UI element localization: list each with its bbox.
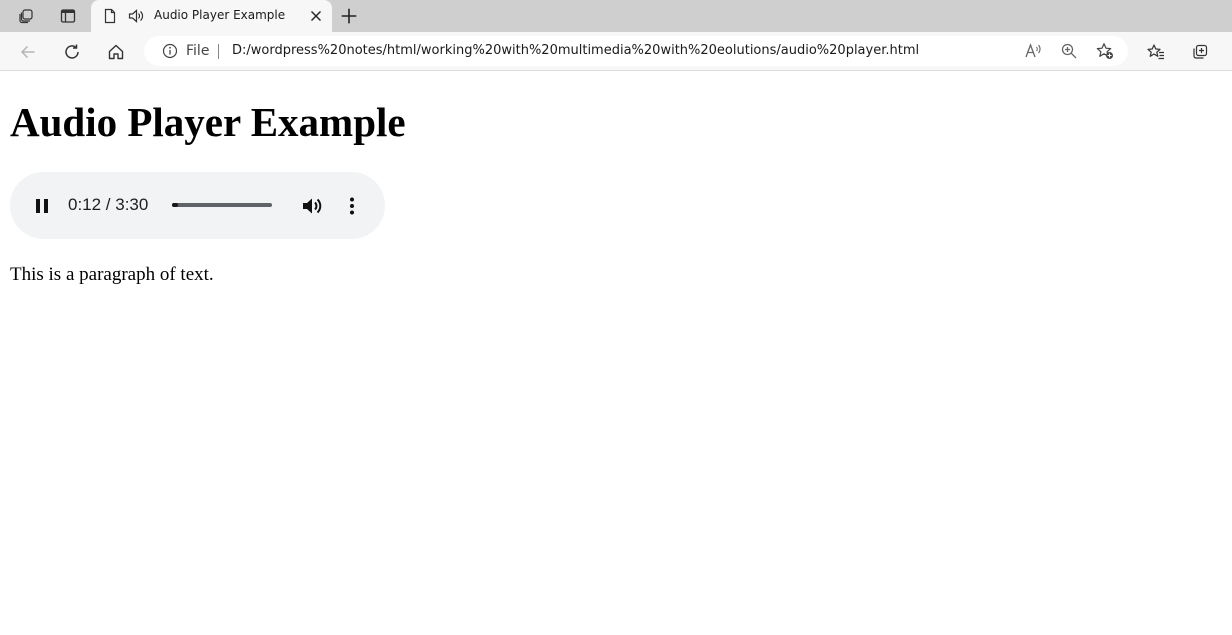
page-paragraph: This is a paragraph of text. (10, 264, 214, 285)
close-icon[interactable] (308, 8, 324, 24)
favorites-button[interactable] (1144, 40, 1168, 64)
favorites-icon (1147, 44, 1164, 60)
volume-icon[interactable] (300, 194, 324, 218)
vertical-tabs-button[interactable] (54, 4, 82, 28)
new-tab-button[interactable] (337, 4, 361, 28)
address-scheme-label: File (186, 43, 210, 59)
audio-progress-fill (172, 203, 178, 207)
workspaces-icon (19, 9, 33, 24)
collections-icon (1193, 44, 1208, 59)
audio-progress-slider[interactable] (172, 203, 272, 207)
page-icon (104, 8, 116, 24)
workspaces-button[interactable] (12, 4, 40, 28)
add-favorite-icon[interactable] (1096, 42, 1114, 60)
tab-title: Audio Player Example (154, 8, 286, 22)
back-icon (20, 45, 35, 59)
vertical-tabs-icon (60, 9, 76, 23)
back-button[interactable] (16, 40, 40, 64)
address-divider (218, 44, 219, 59)
more-options-icon[interactable] (340, 194, 364, 218)
address-bar[interactable]: File D:/wordpress%20notes/html/working%2… (144, 36, 1128, 66)
audio-player[interactable]: 0:12 / 3:30 (10, 172, 385, 239)
page-heading: Audio Player Example (10, 99, 406, 145)
info-icon[interactable] (162, 43, 178, 59)
refresh-button[interactable] (60, 40, 84, 64)
browser-toolbar: File D:/wordpress%20notes/html/working%2… (0, 32, 1232, 71)
new-tab-icon (341, 8, 357, 24)
read-aloud-icon[interactable] (1024, 42, 1042, 60)
speaker-icon[interactable] (128, 8, 144, 24)
active-tab[interactable]: Audio Player Example (91, 0, 332, 32)
zoom-icon[interactable] (1060, 42, 1078, 60)
home-icon (108, 44, 124, 60)
address-url[interactable]: D:/wordpress%20notes/html/working%20with… (232, 43, 919, 58)
tab-strip: Audio Player Example (0, 0, 1232, 32)
home-button[interactable] (104, 40, 128, 64)
pause-icon[interactable] (32, 196, 52, 216)
refresh-icon (65, 44, 79, 59)
collections-button[interactable] (1188, 40, 1212, 64)
audio-time-display: 0:12 / 3:30 (68, 195, 149, 214)
